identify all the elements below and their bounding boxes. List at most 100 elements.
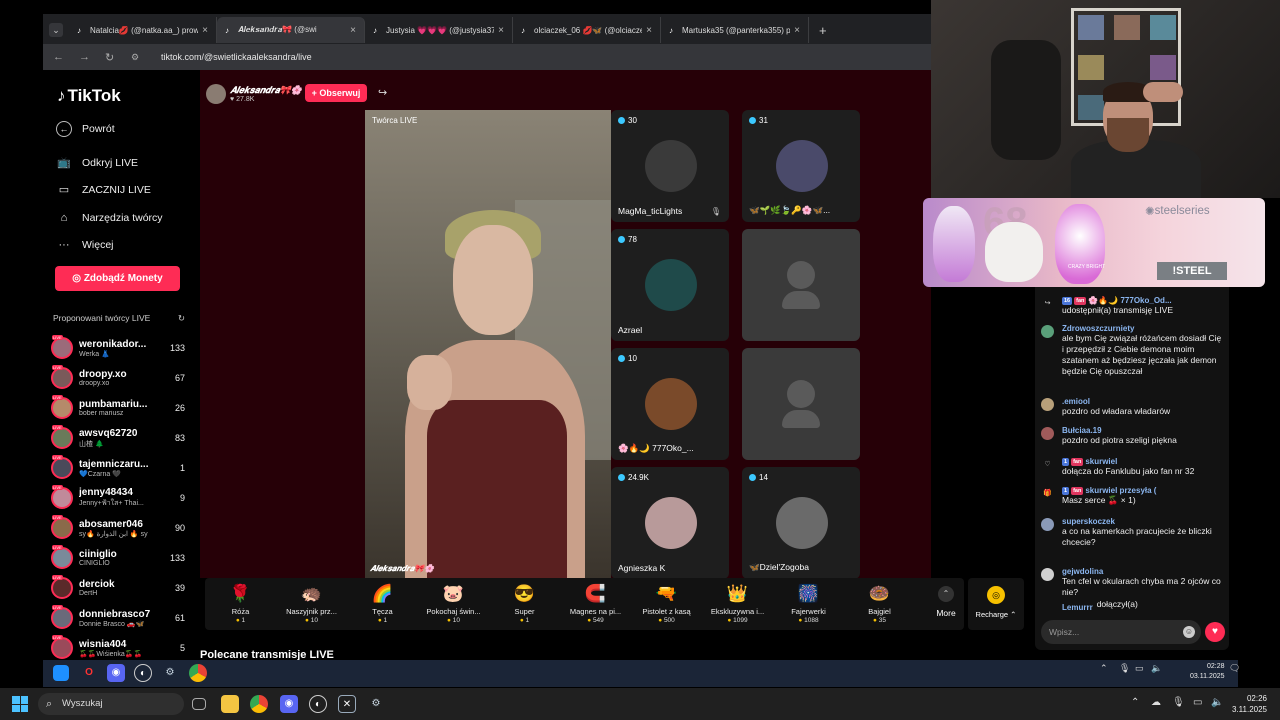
more-gifts-button[interactable]: ⌃ More [926,586,966,618]
taskbar-search[interactable]: ⌕ Wyszukaj [38,693,184,715]
close-icon[interactable]: × [498,25,504,36]
gift-item[interactable]: 🎆 Fajerwerki ● 1088 [773,578,844,630]
nav-discover-live[interactable]: 📺 Odkryj LIVE [56,155,138,171]
avatar[interactable]: LIVE [51,455,73,479]
gift-item[interactable]: 🔫 Pistolet z kasą ● 500 [631,578,702,630]
close-icon[interactable]: × [646,25,652,36]
chat-username[interactable]: .emiool [1062,397,1090,406]
chat-username[interactable]: skurwiel przesyła ( [1085,486,1156,495]
suggested-creator[interactable]: LIVE weronikador... Werka 👗 133 [51,333,185,363]
inner-clock[interactable]: 02:28 03.11.2025 [1190,662,1225,682]
nav-creator-tools[interactable]: ⌂ Narzędzia twórcy [56,210,163,226]
chat-avatar[interactable] [1041,568,1054,581]
get-coins-button[interactable]: ◎ Zdobądź Monety [55,266,180,291]
chat-username[interactable]: 🌸🔥🌙 777Oko_Od... [1088,296,1171,305]
avatar[interactable]: LIVE [51,425,73,449]
browser-tab[interactable]: ♪ Martuska35 (@panterka355) pr × [661,17,809,43]
chat-avatar[interactable] [1041,601,1054,614]
chrome-icon[interactable] [250,695,268,713]
chat-username[interactable]: Bułciaa.19 [1062,426,1102,435]
main-video[interactable]: Twórca LIVE 𝑨𝒍𝒆𝒌𝒔𝒂𝒏𝒅𝒓𝒂🎀🌸 [365,110,611,578]
suggested-creator[interactable]: LIVE ciiniglio CINIGLIO 133 [51,543,185,573]
tray-chevron-icon[interactable]: ⌃ [1100,663,1108,674]
refresh-icon[interactable]: ↻ [178,313,185,324]
gift-item[interactable]: 🍩 Bajgiel ● 35 [844,578,915,630]
mic-icon[interactable]: 🎙 [1119,663,1130,674]
emoji-icon[interactable]: ☺ [1183,626,1195,638]
guest-slot[interactable]: 14 🦋Dziel'Zogoba [742,467,860,579]
start-button[interactable] [12,696,28,712]
chat-username[interactable]: Zdrowoszczurniety [1062,324,1134,333]
opera-icon[interactable]: O [80,664,98,682]
guest-slot[interactable]: 78 Azrael [611,229,729,341]
suggested-creator[interactable]: LIVE droopy.xo droopy.xo 67 [51,363,185,393]
site-info-icon[interactable]: ⚙ [131,52,147,63]
browser-tab[interactable]: ♪ olciaczek_06 💋🦋 (@olciaczek × [513,17,661,43]
suggested-creator[interactable]: LIVE pumbamariu... bober mariusz 26 [51,393,185,423]
close-icon[interactable]: × [794,25,800,36]
discord-icon[interactable]: ◉ [107,664,125,682]
onedrive-icon[interactable]: ☁ [1151,697,1161,708]
obs-icon[interactable]: ◐ [134,664,152,682]
guest-slot[interactable]: 24.9K Agnieszka K [611,467,729,579]
volume-icon[interactable]: 🔈 [1211,697,1223,708]
gift-item[interactable]: 🦔 Naszyjnik prz... ● 10 [276,578,347,630]
windows-icon[interactable] [53,665,69,681]
network-icon[interactable]: ▭ [1193,697,1202,708]
empty-guest-slot[interactable] [742,229,860,341]
host-info[interactable]: 𝑨𝒍𝒆𝒌𝒔𝒂𝒏𝒅𝒓𝒂🎀🌸 ♥ 27.8K [206,84,302,104]
nav-start-live[interactable]: ▭ ZACZNIJ LIVE [56,182,151,198]
avatar[interactable]: LIVE [51,575,73,599]
chat-username[interactable]: skurwiel [1085,457,1117,466]
nav-more[interactable]: ··· Więcej [56,237,114,253]
suggested-creator[interactable]: LIVE donniebrasco7 Donnie Brasco 🚗🦋 61 [51,603,185,633]
avatar[interactable]: LIVE [51,515,73,539]
chat-username[interactable]: superskoczek [1062,517,1115,526]
task-view-icon[interactable] [192,698,206,710]
guest-slot[interactable]: 10 🌸🔥🌙 777Oko_... [611,348,729,460]
chrome-icon[interactable] [189,664,207,682]
xbox-icon[interactable]: ✕ [338,695,356,713]
volume-icon[interactable]: 🔈 [1151,663,1162,674]
host-name[interactable]: 𝑨𝒍𝒆𝒌𝒔𝒂𝒏𝒅𝒓𝒂🎀🌸 [230,85,302,96]
chat-username[interactable]: Lemurrr [1062,603,1093,612]
notification-icon[interactable]: 🗨 [1229,663,1240,674]
new-tab-button[interactable]: + [819,23,827,38]
avatar[interactable]: LIVE [51,545,73,569]
recharge-button[interactable]: ◎ Recharge ⌃ [968,578,1024,630]
avatar[interactable]: LIVE [51,605,73,629]
tray-chevron-icon[interactable]: ⌃ [1131,697,1139,708]
close-icon[interactable]: × [202,25,208,36]
chat-avatar[interactable] [1041,427,1054,440]
empty-guest-slot[interactable] [742,348,860,460]
obs-icon[interactable]: ◐ [309,695,327,713]
follow-button[interactable]: + Obserwuj [305,84,367,102]
gift-item[interactable]: 🌹 Róża ● 1 [205,578,276,630]
suggested-creator[interactable]: LIVE jenny48434 Jenny+ฟ้าใส+ Thai... 9 [51,483,185,513]
guest-slot[interactable]: 31 🦋🌱🌿🍃🔑🌸🦋... [742,110,860,222]
avatar[interactable]: LIVE [51,485,73,509]
avatar[interactable]: LIVE [51,335,73,359]
avatar[interactable]: LIVE [51,395,73,419]
suggested-creator[interactable]: LIVE derciok DertH 39 [51,573,185,603]
back-arrow-icon[interactable]: ← [53,51,69,63]
avatar[interactable]: LIVE [51,635,73,659]
browser-tab[interactable]: ♪ 𝑨𝒍𝒆𝒌𝒔𝒂𝒏𝒅𝒓𝒂🎀 (@swi × [217,17,365,43]
discord-icon[interactable]: ◉ [280,695,298,713]
chat-avatar[interactable] [1041,518,1054,531]
chat-username[interactable]: gejwdolina [1062,567,1103,576]
gift-item[interactable]: 👑 Ekskluzywna i... ● 1099 [702,578,773,630]
share-icon[interactable]: ↪ [378,86,387,99]
clock[interactable]: 02:26 3.11.2025 [1232,693,1267,715]
url-text[interactable]: tiktok.com/@swietlickaaleksandra/live [161,52,312,62]
suggested-creator[interactable]: LIVE tajemniczaru... 💙Czarna 🖤 1 [51,453,185,483]
reload-icon[interactable]: ↻ [105,51,121,64]
file-explorer-icon[interactable] [221,695,239,713]
steam-icon[interactable]: ⚙ [367,695,385,713]
tiktok-logo[interactable]: ♪ TikTok [57,86,121,106]
browser-tab[interactable]: ♪ Natalcia💋 (@natka.aa_) prowa × [69,17,217,43]
steam-icon[interactable]: ⚙ [161,664,179,682]
gift-item[interactable]: 🧲 Magnes na pi... ● 549 [560,578,631,630]
mic-icon[interactable]: 🎙 [1172,697,1185,708]
browser-tab[interactable]: ♪ Justysia 💗💗💗 (@justysia37 × [365,17,513,43]
